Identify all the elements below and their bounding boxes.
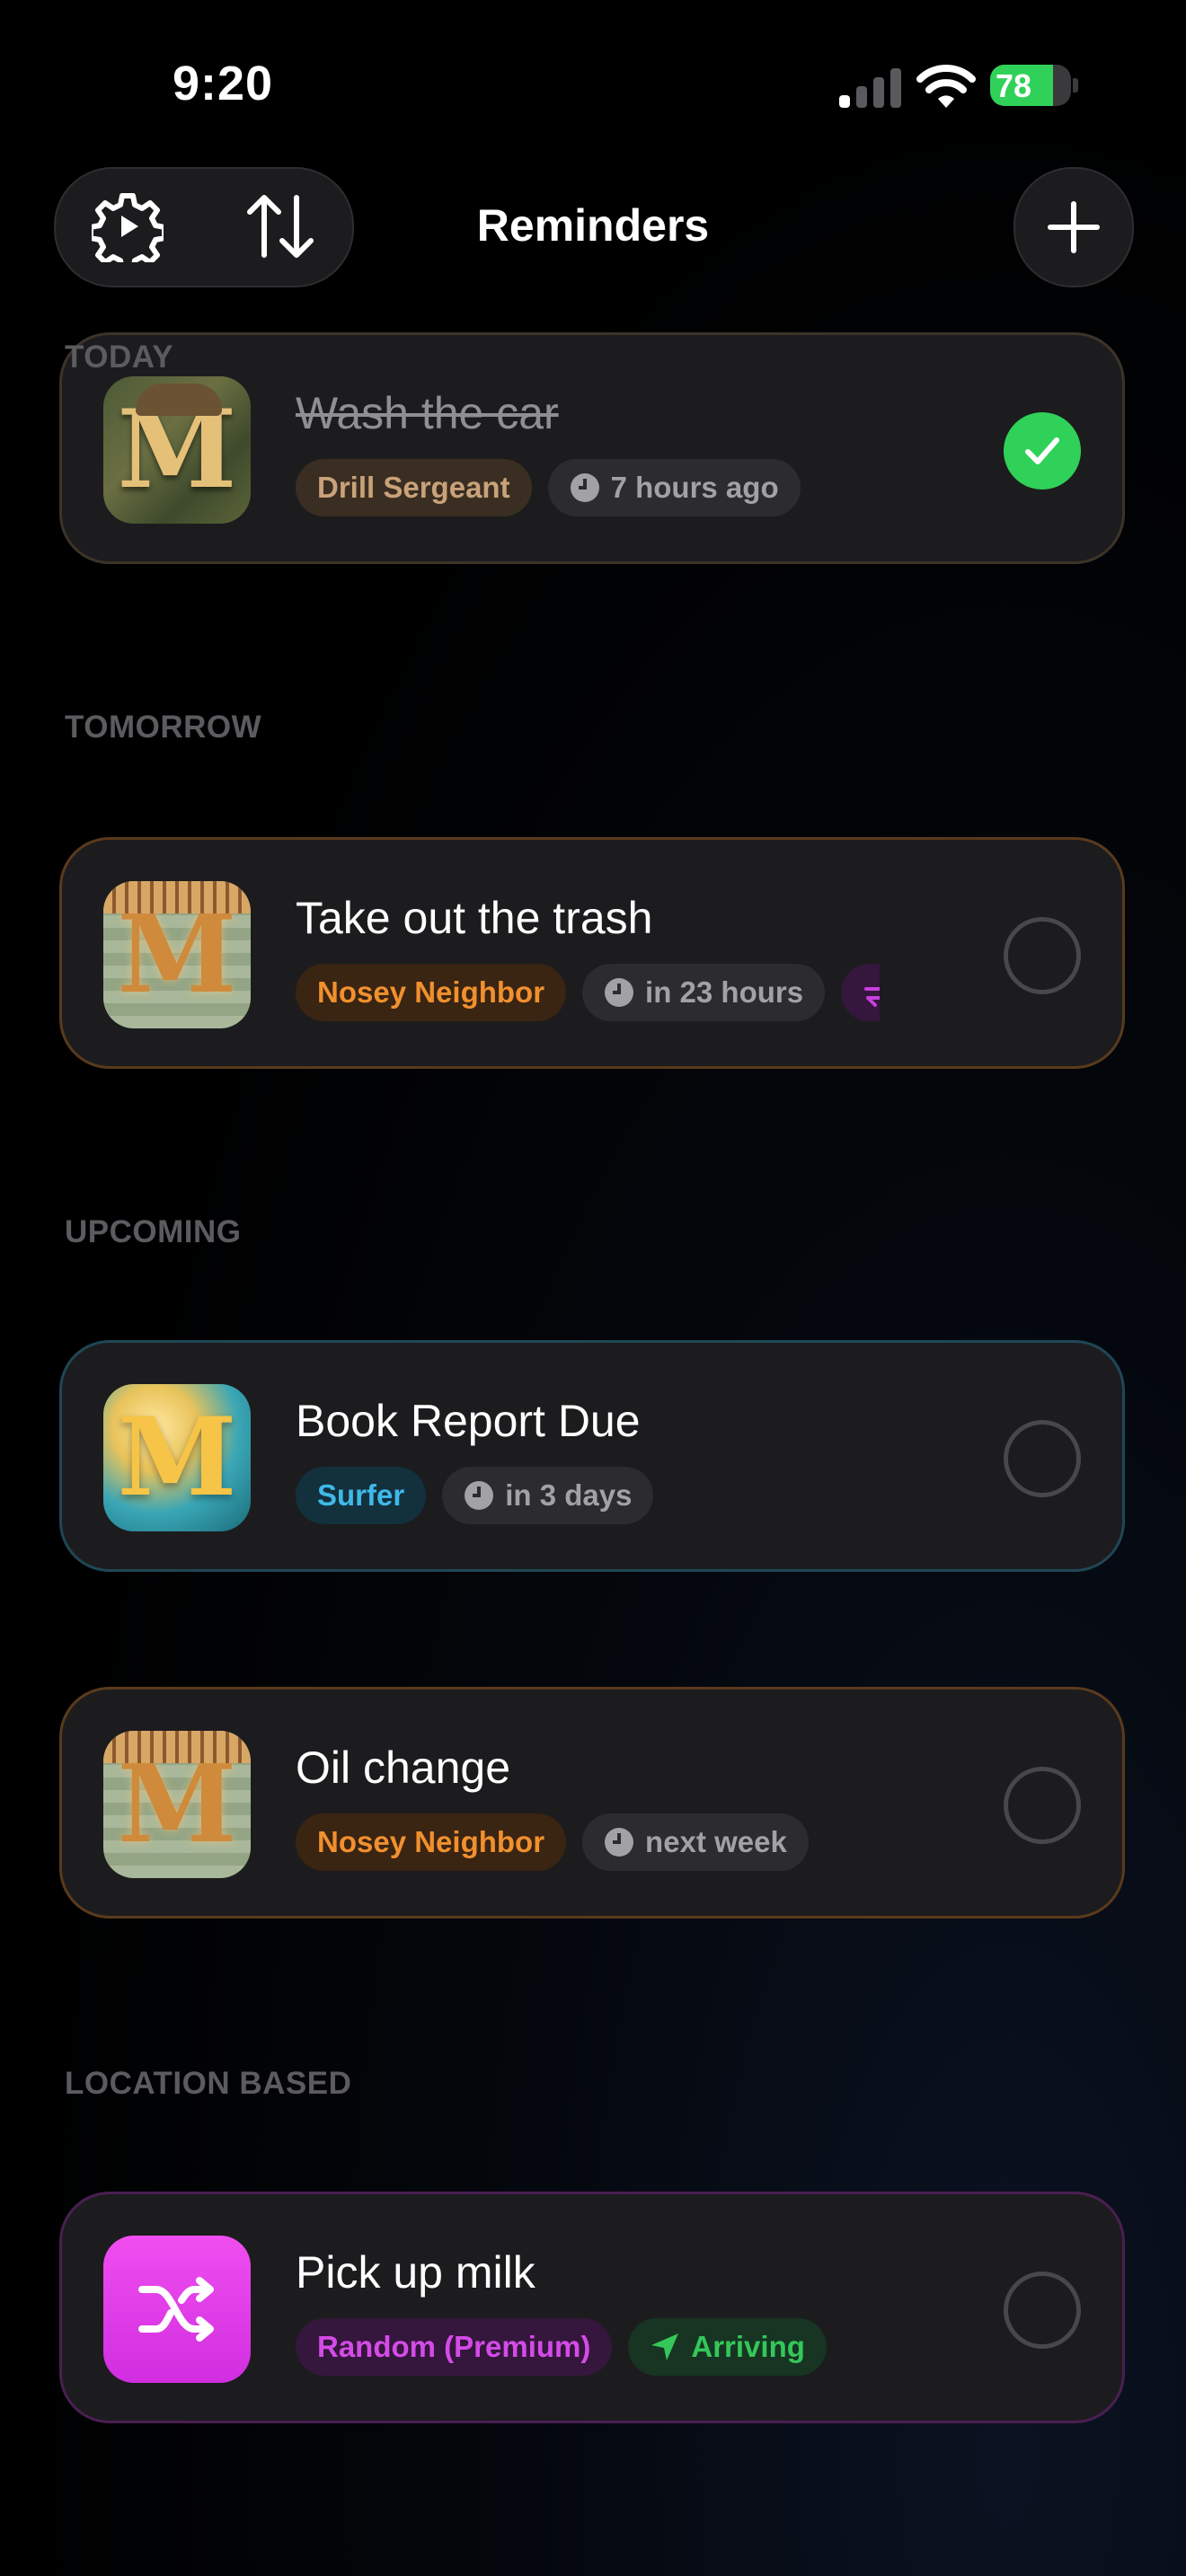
persona-badge: Nosey Neighbor [296, 1813, 567, 1871]
due-time-badge: 7 hours ago [547, 459, 801, 516]
clock-icon [605, 978, 634, 1007]
section-header-tomorrow: TOMORROW [65, 710, 262, 745]
add-reminder-button[interactable] [1013, 167, 1134, 287]
reminder-card[interactable]: Pick up milk Random (Premium) Arriving [59, 2192, 1125, 2423]
battery-level: 78 [996, 67, 1032, 104]
reminder-title: Pick up milk [296, 2247, 535, 2298]
due-time-label: 7 hours ago [610, 471, 779, 504]
shuffle-icon-tile [103, 2236, 251, 2383]
clock-icon [465, 1481, 494, 1510]
reminder-card[interactable]: M Oil change Nosey Neighbor next week [59, 1687, 1125, 1919]
clock-icon [605, 1828, 634, 1857]
plus-icon [1048, 201, 1100, 253]
due-time-label: in 23 hours [645, 975, 804, 1009]
persona-badge: Drill Sergeant [296, 459, 532, 516]
reminder-card[interactable]: M Wash the car Drill Sergeant 7 hours ag… [59, 332, 1125, 564]
wood-m-avatar-icon: M [103, 881, 251, 1028]
reminder-card[interactable]: M Book Report Due Surfer in 3 days [59, 1340, 1125, 1572]
persona-label: Nosey Neighbor [317, 1825, 545, 1858]
camo-m-avatar-icon: M [103, 376, 251, 524]
shuffle-icon [138, 2277, 214, 2342]
persona-badge: Random (Premium) [296, 2318, 613, 2376]
reminder-card[interactable]: M Take out the trash Nosey Neighbor in 2… [59, 837, 1125, 1069]
repeat-icon [864, 987, 880, 1007]
persona-label: Random (Premium) [317, 2330, 591, 2363]
wifi-icon [916, 65, 976, 108]
location-arrow-icon [651, 2333, 679, 2360]
repeat-badge [841, 964, 880, 1021]
due-time-label: in 3 days [505, 1478, 633, 1512]
reminder-title: Book Report Due [296, 1396, 641, 1446]
reminder-title: Take out the trash [296, 893, 653, 943]
persona-label: Surfer [317, 1478, 405, 1512]
reminder-title: Oil change [296, 1742, 511, 1793]
complete-toggle[interactable] [1004, 2272, 1081, 2349]
wave-m-avatar-icon: M [103, 1384, 251, 1531]
cellular-signal-icon [839, 66, 902, 108]
complete-toggle[interactable] [1004, 1767, 1081, 1844]
checkmark-icon [1025, 437, 1059, 464]
page-title: Reminders [476, 200, 710, 251]
persona-label: Drill Sergeant [317, 471, 510, 504]
complete-toggle[interactable] [1004, 1420, 1081, 1497]
completed-checkmark[interactable] [1004, 412, 1081, 490]
wood-m-avatar-icon: M [103, 1731, 251, 1878]
battery-indicator: 78 [990, 65, 1078, 108]
reminder-title: Wash the car [296, 388, 559, 438]
persona-badge: Surfer [296, 1467, 427, 1524]
due-time-badge: in 23 hours [582, 964, 826, 1021]
location-trigger-badge: Arriving [628, 2318, 827, 2376]
due-time-badge: next week [582, 1813, 809, 1871]
persona-badge: Nosey Neighbor [296, 964, 567, 1021]
section-header-upcoming: UPCOMING [65, 1214, 242, 1249]
complete-toggle[interactable] [1004, 917, 1081, 994]
persona-label: Nosey Neighbor [317, 975, 545, 1009]
section-header-today: TODAY [65, 340, 174, 375]
location-trigger-label: Arriving [691, 2330, 805, 2363]
section-header-location-based: LOCATION BASED [65, 2066, 352, 2101]
due-time-label: next week [645, 1825, 787, 1858]
due-time-badge: in 3 days [442, 1467, 654, 1524]
status-time: 9:20 [173, 57, 274, 110]
clock-icon [570, 473, 599, 502]
